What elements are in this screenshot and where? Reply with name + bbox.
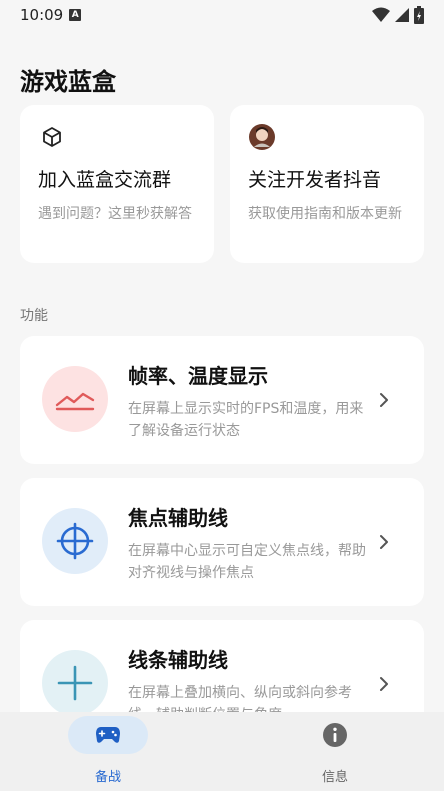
feature-title: 线条辅助线 (128, 648, 228, 672)
status-time: 10:09 (20, 6, 64, 24)
wifi-icon (372, 7, 390, 22)
join-group-title: 加入蓝盒交流群 (38, 169, 172, 191)
chevron-right-icon (380, 393, 388, 407)
avatar (248, 123, 276, 151)
cube-icon (38, 123, 66, 151)
feature-title: 焦点辅助线 (128, 506, 228, 530)
notification-a-icon: A (69, 9, 82, 21)
feature-desc: 在屏幕中心显示可自定义焦点线，帮助对齐视线与操作焦点 (128, 543, 366, 581)
chevron-right-icon (380, 677, 388, 691)
feature-title: 帧率、温度显示 (128, 364, 268, 388)
feature-focus-guide[interactable]: 焦点辅助线 在屏幕中心显示可自定义焦点线，帮助对齐视线与操作焦点 (20, 478, 424, 606)
nav-item-info[interactable]: 信息 (275, 716, 395, 786)
follow-developer-desc: 获取使用指南和版本更新 (248, 206, 402, 222)
nav-label-info: 信息 (321, 770, 348, 785)
gamepad-icon (68, 716, 148, 754)
follow-developer-card[interactable]: 关注开发者抖音 获取使用指南和版本更新 (230, 105, 424, 263)
chart-line-icon (42, 366, 108, 432)
crosshair-icon (42, 508, 108, 574)
info-icon (295, 716, 375, 754)
nav-item-prepare[interactable]: 备战 (48, 716, 168, 786)
signal-icon (395, 8, 409, 22)
page-title: 游戏蓝盒 (20, 68, 116, 96)
section-label-features: 功能 (20, 308, 48, 324)
nav-label-prepare: 备战 (94, 770, 121, 785)
follow-developer-title: 关注开发者抖音 (248, 169, 382, 191)
battery-icon (414, 6, 424, 24)
status-bar: 10:09 A (0, 0, 444, 30)
plus-icon (42, 650, 108, 716)
join-group-desc: 遇到问题？这里秒获解答 (38, 206, 192, 222)
feature-fps-temperature[interactable]: 帧率、温度显示 在屏幕上显示实时的FPS和温度，用来了解设备运行状态 (20, 336, 424, 464)
bottom-navigation: 备战 信息 (0, 712, 444, 791)
chevron-right-icon (380, 535, 388, 549)
feature-desc: 在屏幕上显示实时的FPS和温度，用来了解设备运行状态 (128, 401, 364, 439)
join-group-card[interactable]: 加入蓝盒交流群 遇到问题？这里秒获解答 (20, 105, 214, 263)
